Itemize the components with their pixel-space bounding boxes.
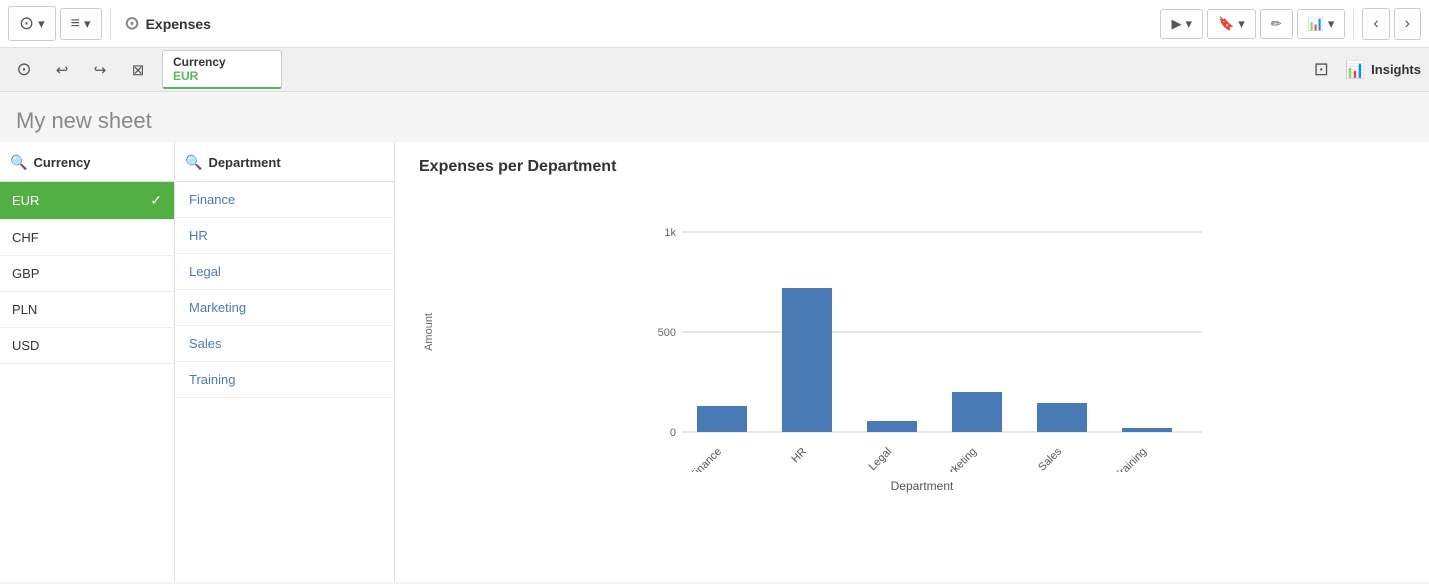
app-name: ⊙ Expenses xyxy=(125,13,211,34)
present-chevron: ▾ xyxy=(1185,16,1192,32)
app-compass-icon: ⊙ xyxy=(19,13,34,34)
filter-tools: ⊙ ↩ ↪ ⊠ xyxy=(8,54,154,86)
currency-item-label: GBP xyxy=(12,266,39,281)
expand-button[interactable]: ⊡ xyxy=(1305,54,1337,86)
department-panel: 🔍 Department Finance HR Legal Marketing … xyxy=(175,142,395,582)
back-icon: ‹ xyxy=(1373,15,1378,33)
forward-icon: › xyxy=(1405,15,1410,33)
dept-item-finance[interactable]: Finance xyxy=(175,182,394,218)
back-selection-icon: ↩ xyxy=(56,61,69,79)
main-content: 🔍 Currency EUR ✓ CHF GBP PLN USD 🔍 xyxy=(0,142,1429,582)
bar-finance[interactable] xyxy=(697,406,747,432)
forward-selection-button[interactable]: ↪ xyxy=(84,54,116,86)
bookmark-icon: 🔖 xyxy=(1218,16,1234,32)
sheet-title-bar: My new sheet xyxy=(0,92,1429,142)
currency-list: EUR ✓ CHF GBP PLN USD xyxy=(0,182,174,364)
bar-training[interactable] xyxy=(1122,428,1172,432)
x-axis-label: Department xyxy=(439,479,1405,493)
svg-text:500: 500 xyxy=(658,327,676,339)
y-axis-label: Amount xyxy=(423,313,435,351)
currency-search-icon: 🔍 xyxy=(10,154,27,171)
chart-button[interactable]: 📊 ▾ xyxy=(1297,9,1346,39)
bar-marketing[interactable] xyxy=(952,392,1002,432)
currency-item-chf[interactable]: CHF xyxy=(0,220,174,256)
insights-label: Insights xyxy=(1371,62,1421,77)
clear-selection-button[interactable]: ⊠ xyxy=(122,54,154,86)
chart-area: Expenses per Department Amount 1k 500 0 xyxy=(395,142,1429,582)
department-list: Finance HR Legal Marketing Sales Trainin… xyxy=(175,182,394,398)
list-chevron: ▾ xyxy=(84,16,91,32)
filter-chip-label: Currency xyxy=(173,55,271,69)
currency-item-pln[interactable]: PLN xyxy=(0,292,174,328)
currency-item-eur[interactable]: EUR ✓ xyxy=(0,182,174,220)
x-label-sales: Sales xyxy=(1036,445,1064,472)
app-name-label: Expenses xyxy=(146,16,211,32)
currency-panel: 🔍 Currency EUR ✓ CHF GBP PLN USD xyxy=(0,142,175,582)
pencil-icon: ✏ xyxy=(1271,16,1282,32)
edit-button[interactable]: ✏ xyxy=(1260,9,1293,39)
dept-item-hr[interactable]: HR xyxy=(175,218,394,254)
chart-icon: 📊 xyxy=(1308,16,1324,32)
currency-item-label: USD xyxy=(12,338,39,353)
department-panel-header: 🔍 Department xyxy=(175,142,394,182)
app-menu-chevron: ▾ xyxy=(38,16,45,32)
bar-chart: 1k 500 0 Finan xyxy=(439,192,1405,472)
forward-button[interactable]: › xyxy=(1394,8,1421,40)
dept-item-sales[interactable]: Sales xyxy=(175,326,394,362)
currency-item-usd[interactable]: USD xyxy=(0,328,174,364)
present-icon: ▶ xyxy=(1171,16,1181,32)
toolbar-left: ⊙ ▾ ≡ ▾ ⊙ Expenses xyxy=(8,6,211,41)
bar-sales[interactable] xyxy=(1037,403,1087,432)
toolbar-right: ▶ ▾ 🔖 ▾ ✏ 📊 ▾ ‹ › xyxy=(1160,8,1421,40)
currency-panel-header: 🔍 Currency xyxy=(0,142,174,182)
forward-selection-icon: ↪ xyxy=(94,61,107,79)
present-button[interactable]: ▶ ▾ xyxy=(1160,9,1203,39)
chart-title: Expenses per Department xyxy=(419,158,1405,176)
bar-hr[interactable] xyxy=(782,288,832,432)
currency-item-label: CHF xyxy=(12,230,39,245)
currency-item-gbp[interactable]: GBP xyxy=(0,256,174,292)
svg-text:0: 0 xyxy=(670,427,676,439)
app-menu-button[interactable]: ⊙ ▾ xyxy=(8,6,56,41)
filter-bar-right: ⊡ 📊 Insights xyxy=(1305,54,1421,86)
toolbar-separator-1 xyxy=(110,9,111,39)
back-selection-button[interactable]: ↩ xyxy=(46,54,78,86)
list-icon: ≡ xyxy=(71,15,80,33)
main-toolbar: ⊙ ▾ ≡ ▾ ⊙ Expenses ▶ ▾ 🔖 ▾ ✏ 📊 ▾ ‹ xyxy=(0,0,1429,48)
bar-legal[interactable] xyxy=(867,421,917,432)
filter-chip-value: EUR xyxy=(173,69,271,83)
lasso-icon: ⊙ xyxy=(16,59,31,80)
toolbar-separator-2 xyxy=(1353,9,1354,39)
x-label-training: Training xyxy=(1113,446,1149,472)
x-label-legal: Legal xyxy=(867,446,895,472)
dept-item-training[interactable]: Training xyxy=(175,362,394,398)
x-label-hr: HR xyxy=(789,446,809,466)
insights-button[interactable]: 📊 Insights xyxy=(1345,60,1421,80)
check-icon: ✓ xyxy=(150,192,162,209)
list-menu-button[interactable]: ≡ ▾ xyxy=(60,8,102,40)
dept-item-marketing[interactable]: Marketing xyxy=(175,290,394,326)
currency-item-label: PLN xyxy=(12,302,37,317)
bookmark-chevron: ▾ xyxy=(1238,16,1245,32)
app-circle-icon: ⊙ xyxy=(125,13,140,34)
filter-bar: ⊙ ↩ ↪ ⊠ Currency EUR ⊡ 📊 Insights xyxy=(0,48,1429,92)
back-button[interactable]: ‹ xyxy=(1362,8,1389,40)
x-label-finance: Finance xyxy=(688,446,724,472)
insights-chart-icon: 📊 xyxy=(1345,60,1365,80)
clear-icon: ⊠ xyxy=(132,61,145,79)
dept-item-legal[interactable]: Legal xyxy=(175,254,394,290)
department-panel-title: Department xyxy=(208,155,280,170)
sheet-title: My new sheet xyxy=(16,108,1413,134)
lasso-select-button[interactable]: ⊙ xyxy=(8,54,40,86)
currency-panel-title: Currency xyxy=(33,155,90,170)
currency-item-label: EUR xyxy=(12,193,39,208)
currency-filter-chip[interactable]: Currency EUR xyxy=(162,50,282,89)
chart-chevron: ▾ xyxy=(1328,16,1335,32)
svg-text:1k: 1k xyxy=(664,227,676,239)
bookmark-button[interactable]: 🔖 ▾ xyxy=(1207,9,1256,39)
department-search-icon: 🔍 xyxy=(185,154,202,171)
x-label-marketing: Marketing xyxy=(936,446,979,472)
